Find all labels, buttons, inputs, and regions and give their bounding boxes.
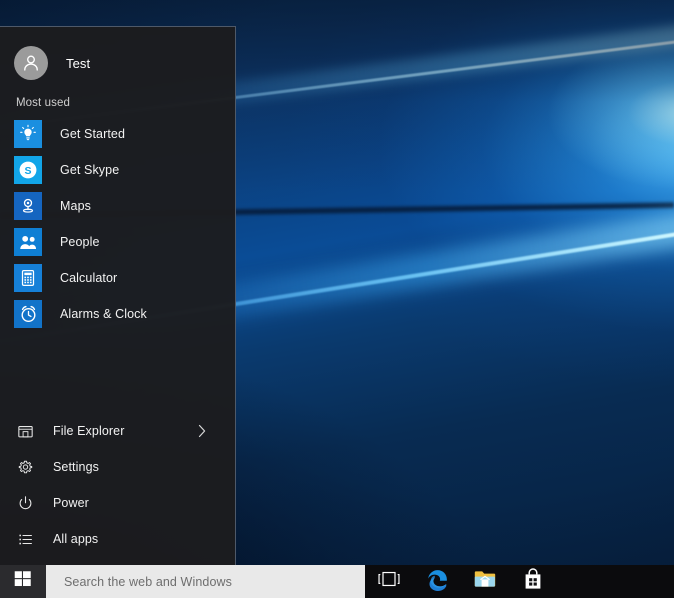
- app-list-icon: [16, 530, 34, 548]
- start-menu-spacer: [0, 332, 235, 413]
- taskbar-buttons: [365, 565, 674, 598]
- app-item-get-started[interactable]: Get Started: [0, 116, 235, 152]
- screen: Test Most used Get Started S Get Skype M…: [0, 0, 674, 598]
- windows-logo-icon: [14, 570, 32, 593]
- app-item-calculator[interactable]: Calculator: [0, 260, 235, 296]
- edge-button[interactable]: [413, 565, 461, 598]
- lightbulb-icon: [14, 120, 42, 148]
- menu-label: All apps: [53, 532, 99, 546]
- avatar: [14, 46, 48, 80]
- folder-taskbar-icon: [473, 568, 497, 595]
- start-button[interactable]: [0, 565, 46, 598]
- calculator-icon: [14, 264, 42, 292]
- map-pin-icon: [14, 192, 42, 220]
- edge-browser-icon: [425, 567, 450, 597]
- task-view-button[interactable]: [365, 565, 413, 598]
- menu-item-settings[interactable]: Settings: [0, 449, 235, 485]
- user-account-button[interactable]: Test: [0, 39, 235, 87]
- app-label: Calculator: [60, 271, 118, 285]
- power-icon: [16, 494, 34, 512]
- alarm-clock-icon: [14, 300, 42, 328]
- menu-label: Settings: [53, 460, 99, 474]
- most-used-list: Get Started S Get Skype Maps People Calc…: [0, 116, 235, 332]
- store-button[interactable]: [509, 565, 557, 598]
- task-view-icon: [377, 570, 401, 593]
- gear-icon: [16, 458, 34, 476]
- menu-item-power[interactable]: Power: [0, 485, 235, 521]
- app-item-maps[interactable]: Maps: [0, 188, 235, 224]
- app-label: Alarms & Clock: [60, 307, 147, 321]
- app-label: Get Skype: [60, 163, 120, 177]
- svg-text:S: S: [24, 165, 31, 177]
- menu-label: File Explorer: [53, 424, 125, 438]
- app-item-alarms-clock[interactable]: Alarms & Clock: [0, 296, 235, 332]
- app-label: People: [60, 235, 100, 249]
- app-item-people[interactable]: People: [0, 224, 235, 260]
- chevron-right-icon: [197, 424, 207, 438]
- menu-item-all-apps[interactable]: All apps: [0, 521, 235, 557]
- store-bag-icon: [522, 567, 544, 596]
- search-input[interactable]: Search the web and Windows: [46, 565, 365, 598]
- app-label: Maps: [60, 199, 91, 213]
- user-name: Test: [66, 55, 91, 71]
- search-placeholder: Search the web and Windows: [64, 574, 232, 589]
- most-used-header: Most used: [16, 97, 70, 109]
- menu-item-file-explorer[interactable]: File Explorer: [0, 413, 235, 449]
- start-menu-bottom-list: File Explorer Settings Power All apps: [0, 413, 235, 565]
- menu-label: Power: [53, 496, 89, 510]
- people-icon: [14, 228, 42, 256]
- app-item-get-skype[interactable]: S Get Skype: [0, 152, 235, 188]
- app-label: Get Started: [60, 127, 126, 141]
- file-explorer-taskbar-button[interactable]: [461, 565, 509, 598]
- folder-icon: [16, 422, 34, 440]
- start-menu: Test Most used Get Started S Get Skype M…: [0, 26, 236, 565]
- taskbar: Search the web and Windows: [0, 565, 674, 598]
- skype-icon: S: [14, 156, 42, 184]
